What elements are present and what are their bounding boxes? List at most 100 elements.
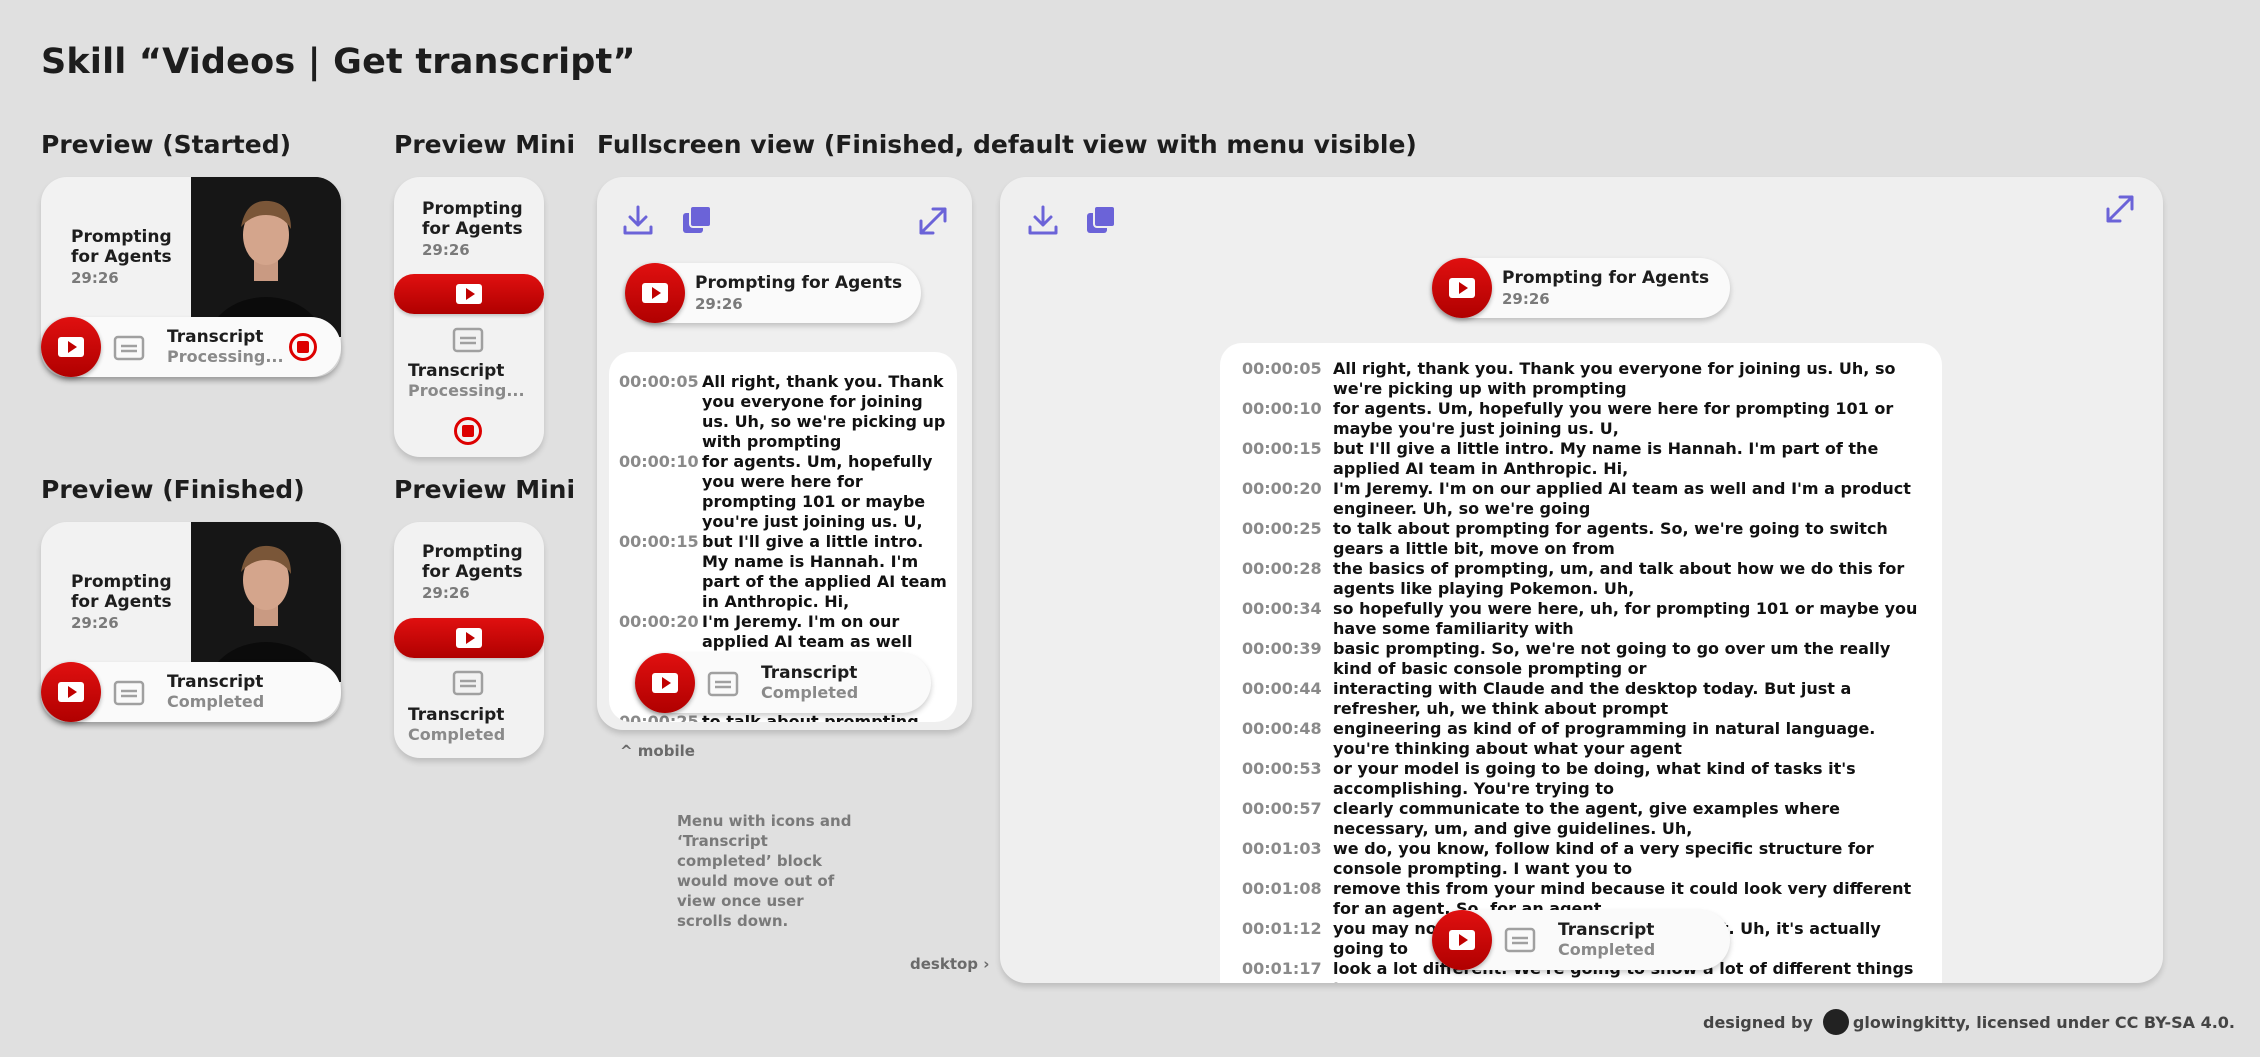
transcript-bar[interactable]: Transcript Completed xyxy=(635,653,931,713)
youtube-button[interactable] xyxy=(394,274,544,314)
transcript-bar-finished[interactable]: Transcript Completed xyxy=(41,662,341,722)
author-license[interactable]: glowingkitty, licensed under CC BY-SA 4.… xyxy=(1853,1013,2235,1032)
timestamp[interactable]: 00:01:12 xyxy=(1242,919,1333,959)
video-title-line2: for Agents xyxy=(422,562,523,582)
youtube-button[interactable] xyxy=(41,662,101,722)
transcript-row[interactable]: 00:00:15 but I'll give a little intro. My… xyxy=(619,532,947,612)
transcript-row[interactable]: 00:00:57 clearly communicate to the agent… xyxy=(1242,799,1922,839)
menu-note: Menu with icons and ‘Transcript complete… xyxy=(677,812,852,930)
timestamp[interactable]: 00:00:28 xyxy=(1242,559,1333,599)
transcript-row[interactable]: 00:00:34 so hopefully you were here, uh, … xyxy=(1242,599,1922,639)
video-thumbnail xyxy=(191,177,341,337)
transcript-bar[interactable]: Transcript Completed xyxy=(1432,910,1730,970)
transcript-row[interactable]: 00:00:44 interacting with Claude and the … xyxy=(1242,679,1922,719)
transcript-row[interactable]: 00:00:05 All right, thank you. Thank you … xyxy=(619,372,947,452)
transcript-bar-started[interactable]: Transcript Processing... xyxy=(41,317,341,377)
stop-icon[interactable] xyxy=(289,333,317,361)
subtitles-icon xyxy=(113,680,145,710)
youtube-button[interactable] xyxy=(635,653,695,713)
download-icon[interactable] xyxy=(1026,203,1060,241)
heading-preview-mini-2: Preview Mini xyxy=(394,475,576,504)
expand-icon[interactable] xyxy=(2102,191,2138,231)
transcript-text: but I'll give a little intro. My name is… xyxy=(1333,439,1879,478)
transcript-row[interactable]: 00:00:48 engineering as kind of of progra… xyxy=(1242,719,1922,759)
heading-fullscreen: Fullscreen view (Finished, default view … xyxy=(597,130,1417,159)
transcript-row[interactable]: 00:00:28 the basics of prompting, um, and… xyxy=(1242,559,1922,599)
transcript-status: Processing... xyxy=(167,347,284,366)
youtube-button[interactable] xyxy=(1432,910,1492,970)
transcript-row[interactable]: 00:00:05 All right, thank you. Thank you … xyxy=(1242,359,1922,399)
timestamp[interactable]: 00:00:25 xyxy=(1242,519,1333,559)
video-pill[interactable]: Prompting for Agents 29:26 xyxy=(625,263,921,323)
timestamp[interactable]: 00:00:34 xyxy=(1242,599,1333,639)
preview-mini-started[interactable]: Prompting for Agents 29:26 Transcript Pr… xyxy=(394,177,544,457)
transcript-text: basic prompting. So, we're not going to … xyxy=(1333,639,1891,678)
transcript-row[interactable]: 00:00:25to talk about prompting for agen… xyxy=(1242,519,1922,559)
transcript-text: engineering as kind of of programming in… xyxy=(1333,719,1876,758)
timestamp[interactable]: 00:00:05 xyxy=(619,372,702,452)
timestamp[interactable]: 00:00:10 xyxy=(619,452,702,532)
transcript-label: Transcript xyxy=(408,361,505,381)
play-icon xyxy=(1449,930,1475,950)
preview-mini-finished[interactable]: Prompting for Agents 29:26 Transcript Co… xyxy=(394,522,544,758)
transcript-label: Transcript xyxy=(167,672,264,692)
video-duration: 29:26 xyxy=(1502,290,1550,308)
transcript-row[interactable]: 00:00:10 for agents. Um, hopefully you we… xyxy=(1242,399,1922,439)
transcript-text: All right, thank you. Thank you everyone… xyxy=(702,372,946,451)
transcript-row[interactable]: 00:00:53 or your model is going to be doi… xyxy=(1242,759,1922,799)
play-icon xyxy=(642,283,668,303)
youtube-button[interactable] xyxy=(41,317,101,377)
timestamp[interactable]: 00:00:05 xyxy=(1242,359,1333,399)
play-icon xyxy=(456,284,482,304)
timestamp[interactable]: 00:00:10 xyxy=(1242,399,1333,439)
footer-credit: designed by glowingkitty, licensed under… xyxy=(1703,1009,2235,1035)
play-icon xyxy=(58,337,84,357)
video-duration: 29:26 xyxy=(695,295,743,313)
transcript-text: clearly communicate to the agent, give e… xyxy=(1333,799,1840,838)
download-icon[interactable] xyxy=(621,203,655,241)
timestamp[interactable]: 00:00:15 xyxy=(619,532,702,612)
video-pill[interactable]: Prompting for Agents 29:26 xyxy=(1432,258,1730,318)
transcript-text: I'm Jeremy. I'm on our applied AI team a… xyxy=(1333,479,1911,518)
video-duration: 29:26 xyxy=(71,269,119,287)
timestamp[interactable]: 00:00:57 xyxy=(1242,799,1333,839)
video-title: Prompting for Agents xyxy=(695,273,903,293)
transcript-row[interactable]: 00:00:10 for agents. Um, hopefully you we… xyxy=(619,452,947,532)
timestamp[interactable]: 00:00:53 xyxy=(1242,759,1333,799)
copy-icon[interactable] xyxy=(680,203,714,241)
copy-icon[interactable] xyxy=(1084,203,1118,241)
transcript-row[interactable]: 00:00:15 but I'll give a little intro. My… xyxy=(1242,439,1922,479)
transcript-panel[interactable]: 00:00:05 All right, thank you. Thank you … xyxy=(1220,343,1942,983)
timestamp[interactable]: 00:00:39 xyxy=(1242,639,1333,679)
subtitles-icon xyxy=(452,670,484,700)
mobile-caption: ^ mobile xyxy=(620,742,695,760)
transcript-text: to talk about prompting for agents. So, … xyxy=(1333,519,1888,558)
subtitles-icon xyxy=(113,335,145,365)
youtube-button[interactable] xyxy=(1432,258,1492,318)
transcript-row[interactable]: 00:00:39 basic prompting. So, we're not g… xyxy=(1242,639,1922,679)
timestamp[interactable]: 00:00:44 xyxy=(1242,679,1333,719)
stop-icon[interactable] xyxy=(454,417,482,445)
subtitles-icon xyxy=(707,671,739,701)
video-title-line1: Prompting xyxy=(71,227,172,247)
youtube-button[interactable] xyxy=(625,263,685,323)
timestamp[interactable]: 00:01:03 xyxy=(1242,839,1333,879)
timestamp[interactable]: 00:01:08 xyxy=(1242,879,1333,919)
timestamp[interactable]: 00:00:48 xyxy=(1242,719,1333,759)
transcript-row[interactable]: 00:01:03 we do, you know, follow kind of … xyxy=(1242,839,1922,879)
timestamp[interactable]: 00:01:17 xyxy=(1242,959,1333,983)
play-icon xyxy=(1449,278,1475,298)
heading-preview-mini: Preview Mini xyxy=(394,130,576,159)
timestamp[interactable]: 00:00:25 xyxy=(619,712,702,722)
timestamp[interactable]: 00:00:15 xyxy=(1242,439,1333,479)
transcript-text: to talk about prompting for agents. So, … xyxy=(702,712,919,722)
video-title-line1: Prompting xyxy=(422,199,523,219)
youtube-button[interactable] xyxy=(394,618,544,658)
play-icon xyxy=(58,682,84,702)
transcript-text: we do, you know, follow kind of a very s… xyxy=(1333,839,1874,878)
subtitles-icon xyxy=(1504,927,1536,957)
transcript-row[interactable]: 00:00:20 I'm Jeremy. I'm on our applied A… xyxy=(1242,479,1922,519)
transcript-row[interactable]: 00:00:25to talk about prompting for agen… xyxy=(619,712,947,722)
timestamp[interactable]: 00:00:20 xyxy=(1242,479,1333,519)
expand-icon[interactable] xyxy=(915,203,951,243)
